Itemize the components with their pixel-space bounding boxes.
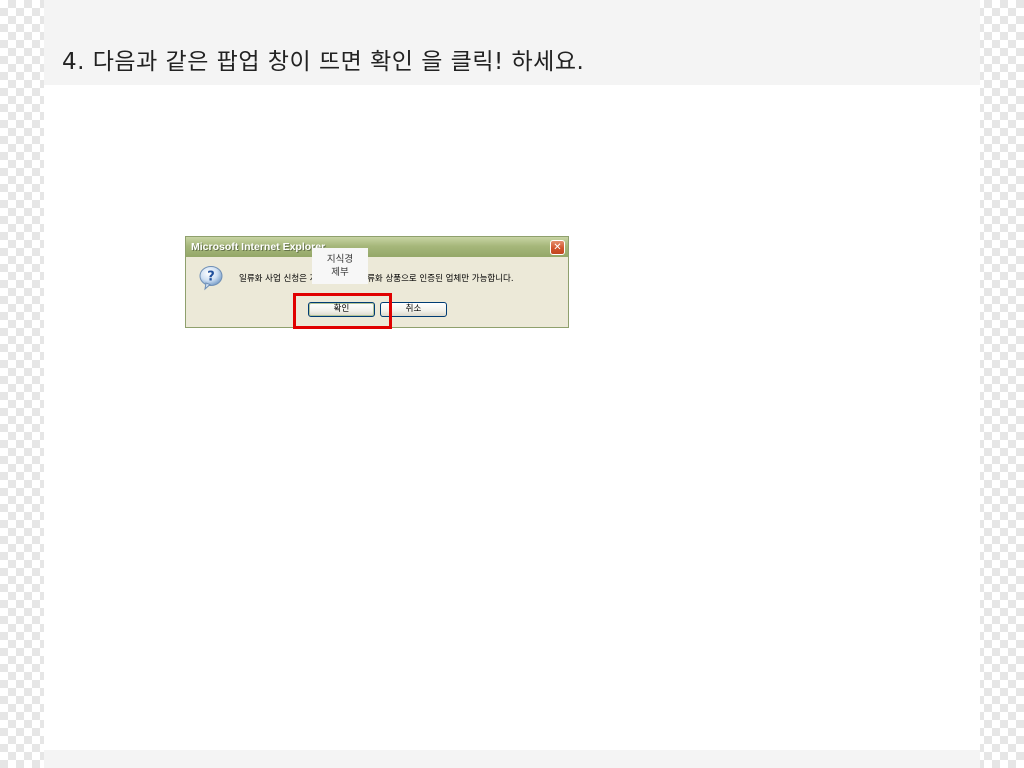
dialog-message: 일류화 사업 신청은 지식경제부로 인류화 상품으로 인증된 업체만 가능합니다… [239,274,514,284]
svg-text:?: ? [207,270,215,285]
close-icon[interactable]: ✕ [550,240,565,255]
alert-dialog: Microsoft Internet Explorer ✕ ? 일류화 사업 신… [185,236,569,329]
tooltip-line-1: 지식경 [326,254,354,265]
tooltip: 지식경 제부 [312,248,368,284]
slide-footer [44,750,980,768]
dialog-titlebar[interactable]: Microsoft Internet Explorer ✕ [186,237,568,257]
dialog-title: Microsoft Internet Explorer [191,241,326,253]
highlight-box [293,293,392,329]
tooltip-line-2: 제부 [331,267,349,278]
slide-title: 4. 다음과 같은 팝업 창이 뜨면 확인 을 클릭! 하세요. [62,49,585,75]
slide: 4. 다음과 같은 팝업 창이 뜨면 확인 을 클릭! 하세요. [44,0,980,768]
question-icon: ? [199,266,223,291]
slide-header: 4. 다음과 같은 팝업 창이 뜨면 확인 을 클릭! 하세요. [44,0,980,85]
